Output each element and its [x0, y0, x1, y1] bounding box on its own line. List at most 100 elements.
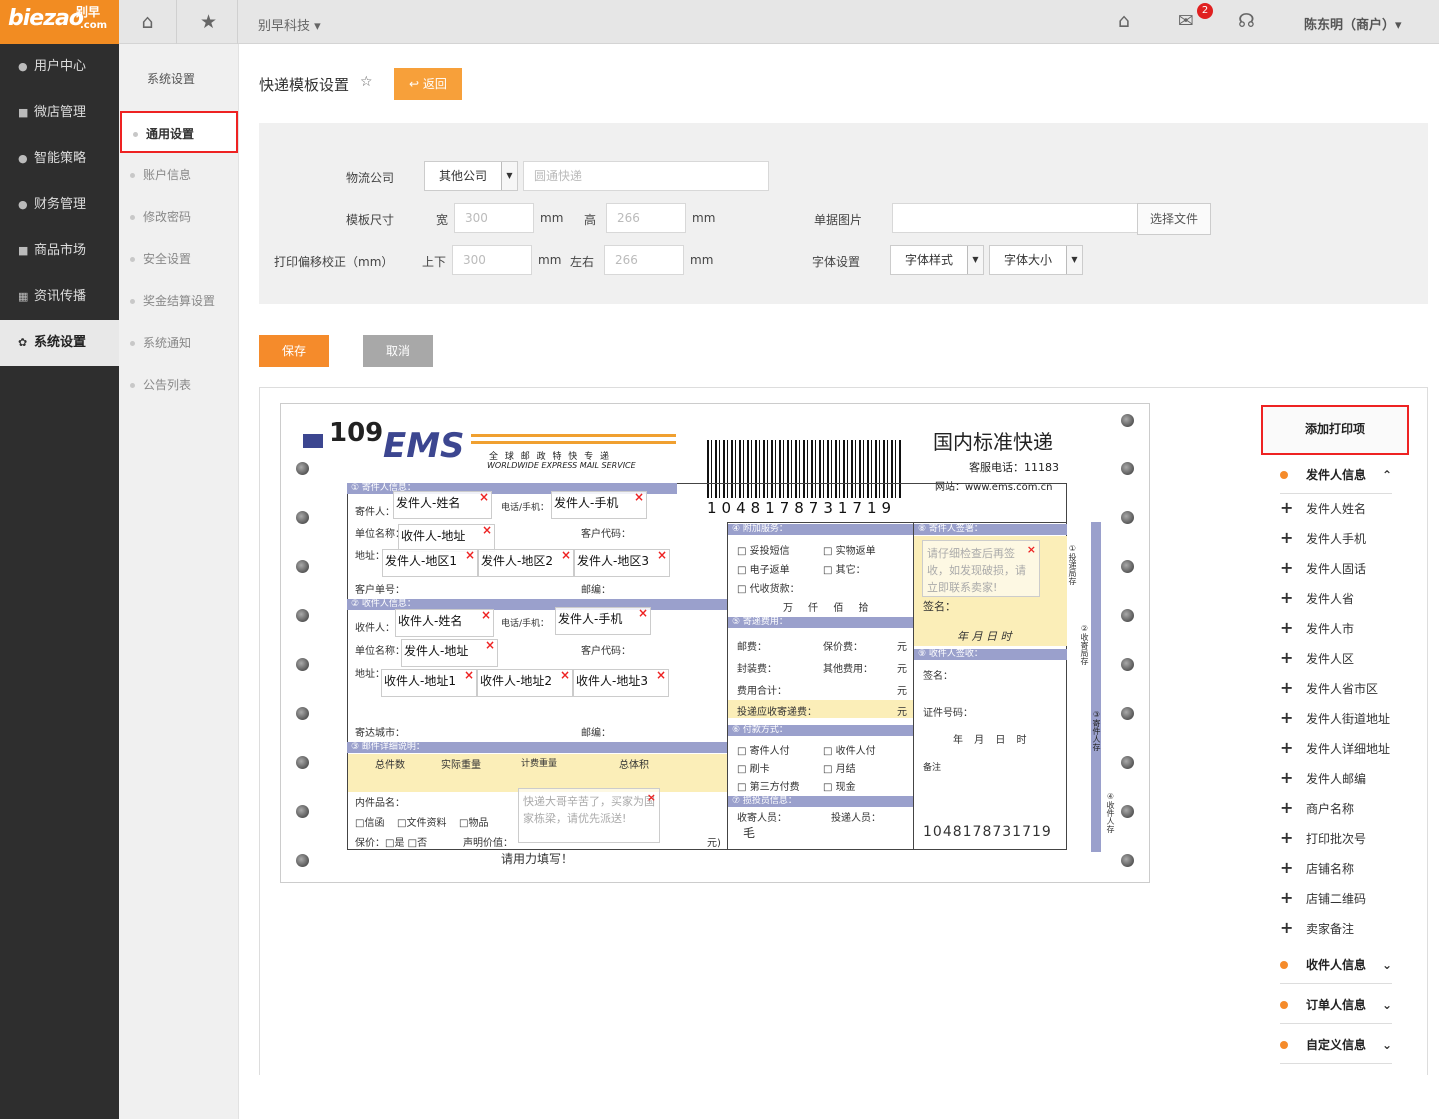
remove-field-icon[interactable]: × — [482, 523, 492, 537]
group-custom-info[interactable]: 自定义信息 ⌄ — [1280, 1026, 1392, 1064]
group-sender-info[interactable]: 发件人信息 ⌃ — [1280, 456, 1392, 494]
print-field-receiver-address1[interactable]: 收件人-地址1 × — [381, 668, 477, 697]
height-label: 高 — [584, 213, 597, 227]
plus-icon: + — [1280, 648, 1294, 667]
vertical-offset-input[interactable]: 300 — [452, 245, 532, 275]
print-item[interactable]: + 发件人邮编 — [1280, 763, 1366, 793]
remove-field-icon[interactable]: × — [464, 668, 474, 682]
group-order-info[interactable]: 订单人信息 ⌄ — [1280, 986, 1392, 1024]
print-item[interactable]: + 发件人固话 — [1280, 553, 1366, 583]
subnav-announce[interactable]: 公告列表 — [119, 364, 239, 406]
print-note-delivery[interactable]: 快递大哥辛苦了，买家为国家栋梁，请优先派送! × — [518, 788, 660, 843]
nav-finance[interactable]: ● 财务管理 — [0, 182, 119, 228]
font-style-select[interactable]: 字体样式 ▼ — [890, 245, 984, 275]
mail-icon[interactable]: ✉ — [1178, 10, 1194, 32]
sub-sidebar: 系统设置 通用设置 账户信息 修改密码 安全设置 奖金结算设置 系统通知 公告列… — [119, 44, 239, 1119]
print-field-receiver-name[interactable]: 收件人-姓名 × — [395, 608, 494, 637]
home-icon[interactable]: ⌂ — [1118, 10, 1130, 32]
remove-field-icon[interactable]: × — [465, 548, 475, 562]
remove-field-icon[interactable]: × — [657, 548, 667, 562]
plus-icon: + — [1280, 918, 1294, 937]
nav-market[interactable]: ■ 商品市场 — [0, 228, 119, 274]
font-size-select[interactable]: 字体大小 ▼ — [989, 245, 1083, 275]
remove-field-icon[interactable]: × — [561, 548, 571, 562]
money-icon: ● — [18, 198, 28, 211]
remove-field-icon[interactable]: × — [634, 490, 644, 504]
remove-field-icon[interactable]: × — [656, 668, 666, 682]
nav-user-center[interactable]: ● 用户中心 — [0, 44, 119, 90]
print-field-receiver-address2[interactable]: 收件人-地址2 × — [477, 668, 573, 697]
nav-store[interactable]: ■ 微店管理 — [0, 90, 119, 136]
home-icon[interactable]: ⌂ — [119, 0, 177, 44]
group-receiver-info[interactable]: 收件人信息 ⌄ — [1280, 946, 1392, 984]
chevron-down-icon: ⌄ — [1381, 998, 1392, 1012]
favorite-star-icon[interactable]: ☆ — [360, 74, 373, 90]
star-icon[interactable]: ★ — [180, 0, 238, 44]
remove-field-icon[interactable]: × — [1027, 541, 1036, 558]
print-item[interactable]: + 发件人市 — [1280, 613, 1354, 643]
subnav-notify[interactable]: 系统通知 — [119, 322, 239, 364]
plus-icon: + — [1280, 498, 1294, 517]
print-field-receiver-address3[interactable]: 收件人-地址3 × — [573, 668, 669, 697]
remove-field-icon[interactable]: × — [485, 638, 495, 652]
print-field-receiver-address[interactable]: 收件人-地址 × — [398, 523, 495, 552]
remove-field-icon[interactable]: × — [560, 668, 570, 682]
print-item[interactable]: + 卖家备注 — [1280, 913, 1354, 943]
subnav-account[interactable]: 账户信息 — [119, 154, 239, 196]
width-input[interactable]: 300 — [454, 203, 534, 233]
user-menu[interactable]: 陈东明（商户）▾ — [1304, 14, 1402, 33]
print-field-sender-phone[interactable]: 发件人-手机 × — [551, 490, 647, 519]
choose-file-button[interactable]: 选择文件 — [1137, 203, 1211, 235]
print-item[interactable]: + 发件人省市区 — [1280, 673, 1378, 703]
print-item[interactable]: + 打印批次号 — [1280, 823, 1366, 853]
print-item[interactable]: + 发件人详细地址 — [1280, 733, 1390, 763]
print-item[interactable]: + 店铺二维码 — [1280, 883, 1366, 913]
logistics-select[interactable]: 其他公司 ▼ — [424, 161, 518, 191]
plus-icon: + — [1280, 768, 1294, 787]
print-item[interactable]: + 发件人街道地址 — [1280, 703, 1390, 733]
plus-icon: + — [1280, 558, 1294, 577]
logo[interactable]: biezao 别早 .com — [0, 0, 119, 44]
subnav-security[interactable]: 安全设置 — [119, 238, 239, 280]
print-field-sender-area2[interactable]: 发件人-地区2 × — [478, 548, 574, 577]
height-input[interactable]: 266 — [606, 203, 686, 233]
horizontal-offset-input[interactable]: 266 — [604, 245, 684, 275]
print-item[interactable]: + 发件人姓名 — [1280, 493, 1366, 523]
print-field-sender-area1[interactable]: 发件人-地区1 × — [382, 548, 478, 577]
company-dropdown[interactable]: 别早科技 ▾ — [258, 15, 321, 34]
print-item[interactable]: + 发件人省 — [1280, 583, 1354, 613]
image-input[interactable] — [892, 203, 1138, 233]
cancel-button[interactable]: 取消 — [363, 335, 433, 367]
print-field-sender-area3[interactable]: 发件人-地区3 × — [574, 548, 670, 577]
nav-news[interactable]: ▦ 资讯传播 — [0, 274, 119, 320]
top-bar: biezao 别早 .com ⌂ ★ 别早科技 ▾ ⌂ ✉ 2 ☊ 陈东明（商户… — [0, 0, 1439, 44]
nav-strategy[interactable]: ● 智能策略 — [0, 136, 119, 182]
plus-icon: + — [1280, 618, 1294, 637]
subnav-general[interactable]: 通用设置 — [120, 111, 238, 153]
print-item[interactable]: + 发件人区 — [1280, 643, 1354, 673]
remove-field-icon[interactable]: × — [638, 606, 648, 620]
headset-icon[interactable]: ☊ — [1238, 10, 1255, 32]
remove-field-icon[interactable]: × — [647, 789, 656, 806]
logistics-input[interactable]: 圆通快递 — [523, 161, 769, 191]
back-button[interactable]: ↩ 返回 — [394, 68, 462, 100]
plus-icon: + — [1280, 798, 1294, 817]
print-item[interactable]: + 发件人手机 — [1280, 523, 1366, 553]
gear-icon: ✿ — [18, 336, 28, 349]
print-item[interactable]: + 店铺名称 — [1280, 853, 1354, 883]
remove-field-icon[interactable]: × — [479, 490, 489, 504]
print-field-sender-name[interactable]: 发件人-姓名 × — [393, 490, 492, 519]
nav-system-settings[interactable]: ✿ 系统设置 — [0, 320, 119, 366]
width-label: 宽 — [436, 213, 449, 227]
subnav-password[interactable]: 修改密码 — [119, 196, 239, 238]
plus-icon: + — [1280, 738, 1294, 757]
save-button[interactable]: 保存 — [259, 335, 329, 367]
print-field-receiver-phone[interactable]: 发件人-手机 × — [555, 606, 651, 635]
print-note-sign[interactable]: 请仔细检查后再签收，如发现破损，请立即联系卖家! × — [922, 540, 1040, 597]
print-field-sender-address[interactable]: 发件人-地址 × — [401, 638, 498, 667]
remove-field-icon[interactable]: × — [481, 608, 491, 622]
print-item[interactable]: + 商户名称 — [1280, 793, 1354, 823]
vertical-label: 上下 — [422, 255, 447, 269]
subnav-bonus[interactable]: 奖金结算设置 — [119, 280, 239, 322]
logistics-label: 物流公司 — [346, 171, 395, 185]
